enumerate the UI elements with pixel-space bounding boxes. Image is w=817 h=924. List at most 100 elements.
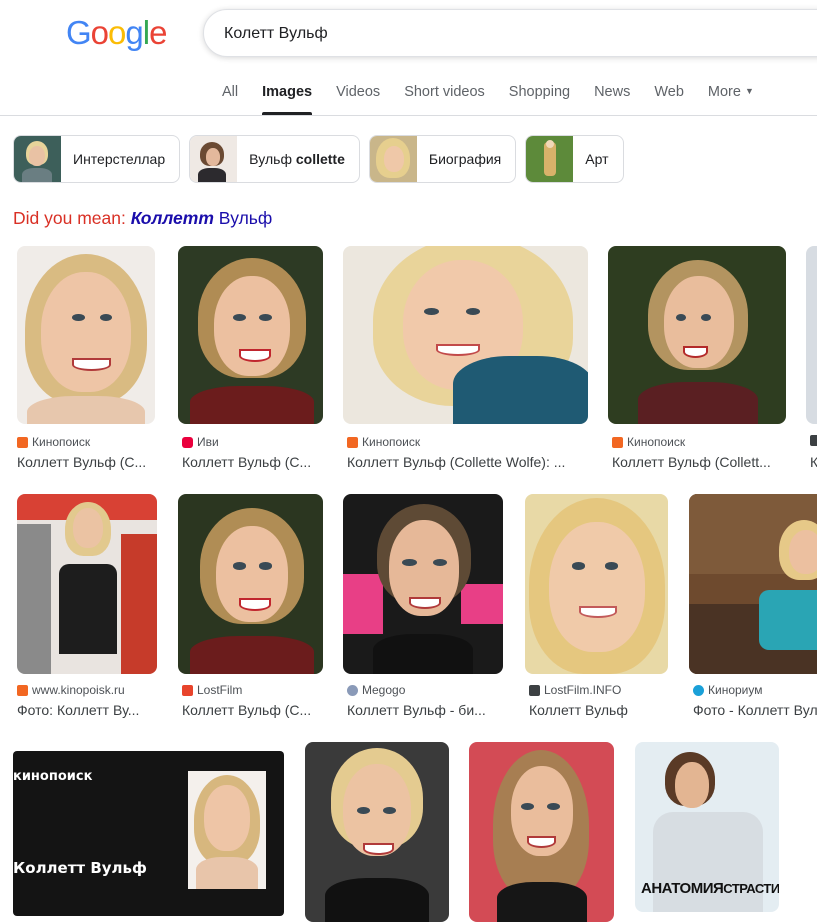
tab-web[interactable]: Web <box>654 84 684 115</box>
result-source: Кинопоиск <box>347 435 420 449</box>
result-thumbnail <box>178 494 323 674</box>
result-source: www.kinopoisk.ru <box>17 683 125 697</box>
kinopoisk-favicon <box>612 436 623 448</box>
result-thumbnail: кинопоиск Коллетт Вульф <box>13 751 284 916</box>
kinopoisk-favicon <box>17 436 28 448</box>
megogo-favicon <box>347 684 358 696</box>
image-result[interactable]: АНАТОМИЯ СТРАСТИ <box>635 742 779 912</box>
chip-biography[interactable]: Биография <box>368 135 517 183</box>
source-name: Кинориум <box>708 683 763 697</box>
image-result[interactable]: www.kinopoisk.ru Фото: Коллетт Ву... <box>17 494 157 724</box>
logo-letter: e <box>149 14 167 51</box>
result-source: Кинориум <box>693 683 763 697</box>
result-source: LostFilm.INFO <box>529 683 621 697</box>
result-thumbnail <box>689 494 817 674</box>
chip-label: Арт <box>585 151 609 167</box>
image-result[interactable] <box>469 742 614 922</box>
image-result[interactable]: LostFilm Коллетт Вульф (C... <box>178 494 323 724</box>
result-source <box>810 435 817 446</box>
chip-label: Биография <box>428 151 502 167</box>
result-caption: Коллетт Вульф (C... <box>182 454 312 470</box>
chip-thumbnail <box>526 136 574 182</box>
tab-images[interactable]: Images <box>262 84 312 115</box>
tab-more[interactable]: More ▼ <box>708 84 754 115</box>
search-tabs: All Images Videos Short videos Shopping … <box>222 84 778 115</box>
poster-title-right: СТРАСТИ <box>723 880 779 896</box>
result-source: LostFilm <box>182 683 242 697</box>
promo-name: Коллетт Вульф <box>13 859 147 877</box>
ivi-favicon <box>182 436 193 448</box>
chip-label-prefix: Вульф <box>249 151 296 167</box>
result-caption: Коллетт Вульф (C... <box>182 702 312 718</box>
source-name: Кинопоиск <box>362 435 421 449</box>
spelling-suggestion-link[interactable]: Коллетт Вульф <box>131 208 273 228</box>
result-source: Кинопоиск <box>17 435 90 449</box>
image-result[interactable]: Megogo Коллетт Вульф - би... <box>343 494 503 724</box>
related-chips: Интерстеллар Вульф collette Биография Ар… <box>13 135 624 183</box>
source-name: Megogo <box>362 683 406 697</box>
result-thumbnail <box>178 246 323 424</box>
lostfilm-favicon <box>182 684 193 696</box>
source-name: LostFilm.INFO <box>544 683 622 697</box>
chip-label: Вульф collette <box>237 151 359 167</box>
chip-label: Интерстеллар <box>73 151 166 167</box>
source-name: LostFilm <box>197 683 243 697</box>
chip-thumbnail <box>14 136 61 182</box>
logo-letter: o <box>108 14 126 51</box>
chip-label-bold: collette <box>295 151 345 167</box>
kinorium-favicon <box>693 684 704 696</box>
tab-news[interactable]: News <box>594 84 630 115</box>
source-name: Иви <box>197 435 219 449</box>
chip-art[interactable]: Арт <box>525 135 624 183</box>
logo-letter: G <box>66 14 92 51</box>
source-name: Кинопоиск <box>627 435 686 449</box>
image-result[interactable]: Кинориум Фото - Коллетт Вул <box>689 494 817 724</box>
chip-thumbnail <box>369 136 417 182</box>
image-result[interactable]: Иви Коллетт Вульф (C... <box>178 246 323 476</box>
result-caption: К <box>810 454 817 470</box>
did-you-mean-prefix: Did you mean: <box>13 208 131 228</box>
result-caption: Коллетт Вульф <box>529 702 628 718</box>
google-logo[interactable]: Google <box>66 14 167 52</box>
chip-interstellar[interactable]: Интерстеллар <box>13 135 181 183</box>
logo-letter: g <box>125 14 143 51</box>
tab-more-label: More <box>707 84 741 100</box>
result-caption: Фото - Коллетт Вул <box>693 702 817 718</box>
result-caption: Коллетт Вульф (Collett... <box>612 454 771 470</box>
result-caption: Фото: Коллетт Ву... <box>17 702 140 718</box>
tab-short-videos[interactable]: Short videos <box>404 84 485 115</box>
chip-thumbnail <box>190 136 238 182</box>
result-caption: Коллетт Вульф - би... <box>347 702 486 718</box>
suggestion-rest: Вульф <box>213 208 273 228</box>
image-result[interactable]: Кинопоиск Коллетт Вульф (Collett... <box>608 246 786 476</box>
logo-letter: o <box>90 14 109 51</box>
result-thumbnail <box>305 742 449 922</box>
result-thumbnail <box>806 246 817 424</box>
result-source: Кинопоиск <box>612 435 685 449</box>
tab-videos[interactable]: Videos <box>336 84 380 115</box>
image-result[interactable]: К <box>806 246 817 476</box>
search-input[interactable] <box>224 22 784 46</box>
result-source: Иви <box>182 435 219 449</box>
result-thumbnail <box>469 742 614 922</box>
image-result[interactable]: Кинопоиск Коллетт Вульф (Collette Wolfe)… <box>343 246 588 476</box>
image-result[interactable]: кинопоиск Коллетт Вульф <box>13 751 284 916</box>
tab-all[interactable]: All <box>222 84 238 115</box>
result-thumbnail <box>343 494 503 674</box>
result-source: Megogo <box>347 683 405 697</box>
result-thumbnail <box>608 246 786 424</box>
spelling-suggestion: Did you mean: Коллетт Вульф <box>13 208 272 229</box>
source-name: Кинопоиск <box>32 435 91 449</box>
result-thumbnail <box>343 246 588 424</box>
poster-title-left: АНАТОМИЯ <box>641 879 724 897</box>
image-result[interactable]: LostFilm.INFO Коллетт Вульф <box>525 494 668 724</box>
result-thumbnail: АНАТОМИЯ СТРАСТИ <box>635 742 779 912</box>
search-box[interactable] <box>203 9 817 57</box>
chip-vulf-collette[interactable]: Вульф collette <box>189 135 360 183</box>
tab-shopping[interactable]: Shopping <box>509 84 570 115</box>
result-thumbnail <box>17 246 155 424</box>
kinopoisk-favicon <box>17 684 28 696</box>
suggestion-bold: Коллетт <box>130 208 214 228</box>
image-result[interactable] <box>305 742 449 922</box>
image-result[interactable]: Кинопоиск Коллетт Вульф (C... <box>17 246 155 476</box>
